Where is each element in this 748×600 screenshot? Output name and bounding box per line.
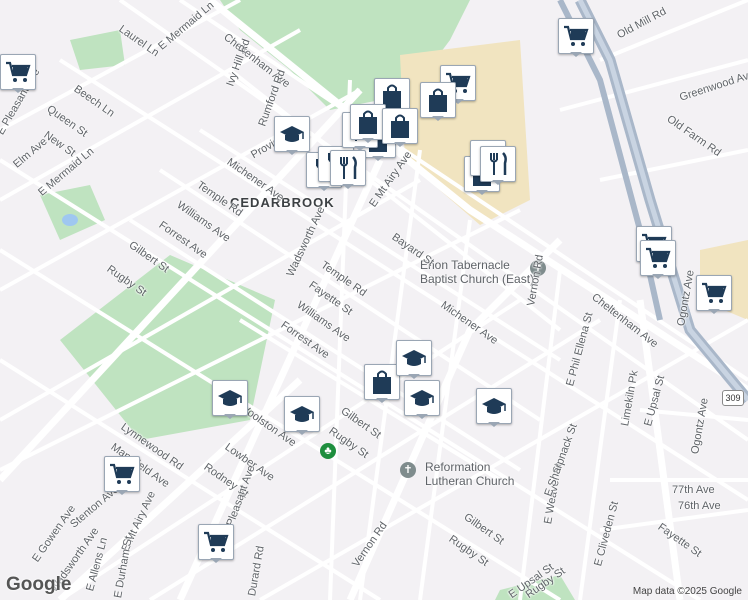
map-marker[interactable] <box>212 380 248 419</box>
marker-pointer <box>652 274 664 279</box>
restaurant-icon <box>480 146 516 182</box>
marker-pointer <box>224 414 236 419</box>
marker-pointer <box>210 558 222 563</box>
park-icon[interactable]: ♣ <box>320 443 336 459</box>
map-marker[interactable] <box>350 104 386 143</box>
shopping-cart-icon <box>640 240 676 276</box>
street-label: 76th Ave <box>678 500 721 512</box>
marker-pointer <box>318 186 330 191</box>
marker-pointer <box>354 146 366 151</box>
google-logo: Google <box>6 574 72 595</box>
marker-pointer <box>362 138 374 143</box>
shopping-bag-icon <box>350 104 386 140</box>
shopping-bag-icon <box>420 82 456 118</box>
marker-pointer <box>570 52 582 57</box>
map-attribution[interactable]: Map data ©2025 Google <box>633 586 742 597</box>
school-icon <box>396 340 432 376</box>
shopping-cart-icon <box>0 54 36 90</box>
school-icon <box>476 388 512 424</box>
marker-pointer <box>416 414 428 419</box>
marker-pointer <box>12 88 24 93</box>
marker-pointer <box>432 116 444 121</box>
marker-pointer <box>408 374 420 379</box>
map-marker[interactable] <box>284 396 320 435</box>
marker-pointer <box>476 190 488 195</box>
street-label: 77th Ave <box>672 484 715 496</box>
map-marker[interactable] <box>382 108 418 147</box>
shopping-cart-icon <box>198 524 234 560</box>
school-icon <box>284 396 320 432</box>
map-marker[interactable] <box>476 388 512 427</box>
map-marker[interactable] <box>330 150 366 189</box>
map-marker[interactable] <box>0 54 36 93</box>
marker-pointer <box>372 156 384 161</box>
shopping-cart-icon <box>104 456 140 492</box>
school-icon <box>404 380 440 416</box>
marker-pointer <box>492 180 504 185</box>
school-icon <box>274 116 310 152</box>
map-marker[interactable] <box>396 340 432 379</box>
marker-pointer <box>394 142 406 147</box>
marker-pointer <box>116 490 128 495</box>
shopping-bag-icon <box>364 364 400 400</box>
marker-pointer <box>342 184 354 189</box>
place-of-worship-icon[interactable]: ✝ <box>400 462 416 478</box>
map-marker[interactable] <box>558 18 594 57</box>
map-marker[interactable] <box>640 240 676 279</box>
marker-pointer <box>708 309 720 314</box>
school-icon <box>212 380 248 416</box>
map-marker[interactable] <box>364 364 400 403</box>
map-marker[interactable] <box>274 116 310 155</box>
marker-pointer <box>376 398 388 403</box>
place-label-reformation[interactable]: Reformation Lutheran Church <box>425 460 514 488</box>
map-marker[interactable] <box>420 82 456 121</box>
map-marker[interactable] <box>104 456 140 495</box>
marker-pointer <box>286 150 298 155</box>
map-marker[interactable] <box>480 146 516 185</box>
shopping-bag-icon <box>382 108 418 144</box>
map-marker[interactable] <box>696 275 732 314</box>
restaurant-icon <box>330 150 366 186</box>
marker-pointer <box>488 422 500 427</box>
place-label-enon[interactable]: Enon Tabernacle Baptist Church (East) <box>420 258 534 286</box>
shopping-cart-icon <box>696 275 732 311</box>
map-marker[interactable] <box>198 524 234 563</box>
map-canvas[interactable]: CEDARBROOK ✝ Enon Tabernacle Baptist Chu… <box>0 0 748 600</box>
shopping-cart-icon <box>558 18 594 54</box>
map-marker[interactable] <box>404 380 440 419</box>
route-shield: 309 <box>722 390 744 406</box>
marker-pointer <box>296 430 308 435</box>
